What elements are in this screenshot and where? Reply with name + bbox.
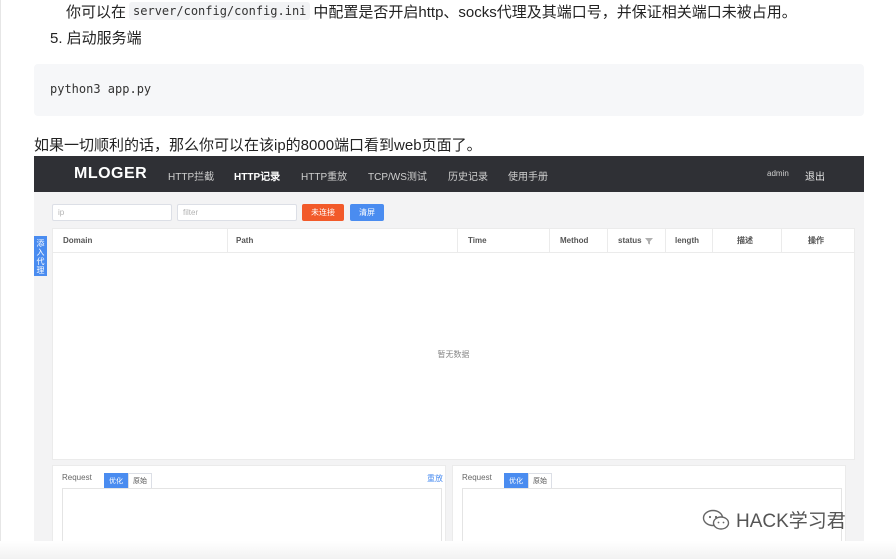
replay-link[interactable]: 重放 — [427, 473, 443, 484]
col-actions[interactable]: 操作 — [808, 229, 824, 252]
filter-input[interactable]: filter — [177, 204, 297, 221]
left-border — [0, 0, 1, 559]
col-length[interactable]: length — [675, 229, 699, 252]
watermark-text: HACK学习君 — [736, 511, 846, 532]
col-domain[interactable]: Domain — [63, 229, 92, 252]
code-block: python3 app.py — [34, 64, 864, 116]
col-status[interactable]: status — [618, 229, 653, 252]
request-view-tabs: 优化 原始 — [104, 473, 152, 489]
nav-history[interactable]: 历史记录 — [448, 168, 488, 183]
tab-optimized[interactable]: 优化 — [104, 473, 128, 489]
nav-tcp-ws-test[interactable]: TCP/WS测试 — [368, 168, 427, 183]
col-description[interactable]: 描述 — [737, 229, 753, 252]
ip-input[interactable]: ip — [52, 204, 172, 221]
request-label: Request — [462, 473, 492, 482]
app-logo: MLOGER — [74, 165, 148, 182]
user-name[interactable]: admin — [767, 169, 789, 178]
top-navbar: MLOGER HTTP拦截 HTTP记录 HTTP重放 TCP/WS测试 历史记… — [34, 156, 864, 192]
request-label: Request — [62, 473, 92, 482]
wechat-icon — [702, 509, 730, 530]
filter-icon[interactable] — [644, 237, 653, 245]
logout-button[interactable]: 退出 — [805, 168, 825, 183]
code-command: python3 app.py — [50, 82, 152, 96]
tab-raw[interactable]: 原始 — [128, 473, 152, 489]
config-path-code: server/config/config.ini — [129, 2, 311, 20]
col-path[interactable]: Path — [236, 229, 253, 252]
config-instruction: 你可以在 server/config/config.ini 中配置是否开启htt… — [66, 0, 797, 22]
col-time[interactable]: Time — [468, 229, 487, 252]
nav-manual[interactable]: 使用手册 — [508, 168, 548, 183]
request-view-tabs: 优化 原始 — [504, 473, 552, 489]
watermark: HACK学习君 — [702, 506, 846, 533]
nav-http-replay[interactable]: HTTP重放 — [301, 168, 347, 183]
nav-http-records[interactable]: HTTP记录 — [234, 168, 280, 183]
config-text-before: 你可以在 — [66, 3, 127, 21]
request-editor[interactable] — [62, 488, 442, 548]
disconnected-button[interactable]: 未连接 — [302, 204, 344, 221]
records-table: Domain Path Time Method status length 描述… — [52, 228, 855, 460]
col-method[interactable]: Method — [560, 229, 588, 252]
clear-screen-button[interactable]: 清屏 — [350, 204, 384, 221]
request-panel-left: Request 优化 原始 重放 — [52, 465, 446, 548]
nav-http-intercept[interactable]: HTTP拦截 — [168, 168, 214, 183]
mloger-screenshot: MLOGER HTTP拦截 HTTP记录 HTTP重放 TCP/WS测试 历史记… — [34, 156, 864, 548]
bottom-fade — [0, 541, 896, 559]
add-proxy-side-tab[interactable]: 添入代理 — [34, 236, 47, 276]
step-5-heading: 5. 启动服务端 — [50, 30, 142, 47]
config-text-after: 中配置是否开启http、socks代理及其端口号，并保证相关端口未被占用。 — [313, 3, 797, 21]
tab-raw[interactable]: 原始 — [528, 473, 552, 489]
table-header: Domain Path Time Method status length 描述… — [53, 229, 854, 253]
result-paragraph: 如果一切顺利的话，那么你可以在该ip的8000端口看到web页面了。 — [34, 137, 482, 154]
col-status-label: status — [618, 236, 642, 245]
tab-optimized[interactable]: 优化 — [504, 473, 528, 489]
empty-state: 暂无数据 — [437, 350, 470, 359]
